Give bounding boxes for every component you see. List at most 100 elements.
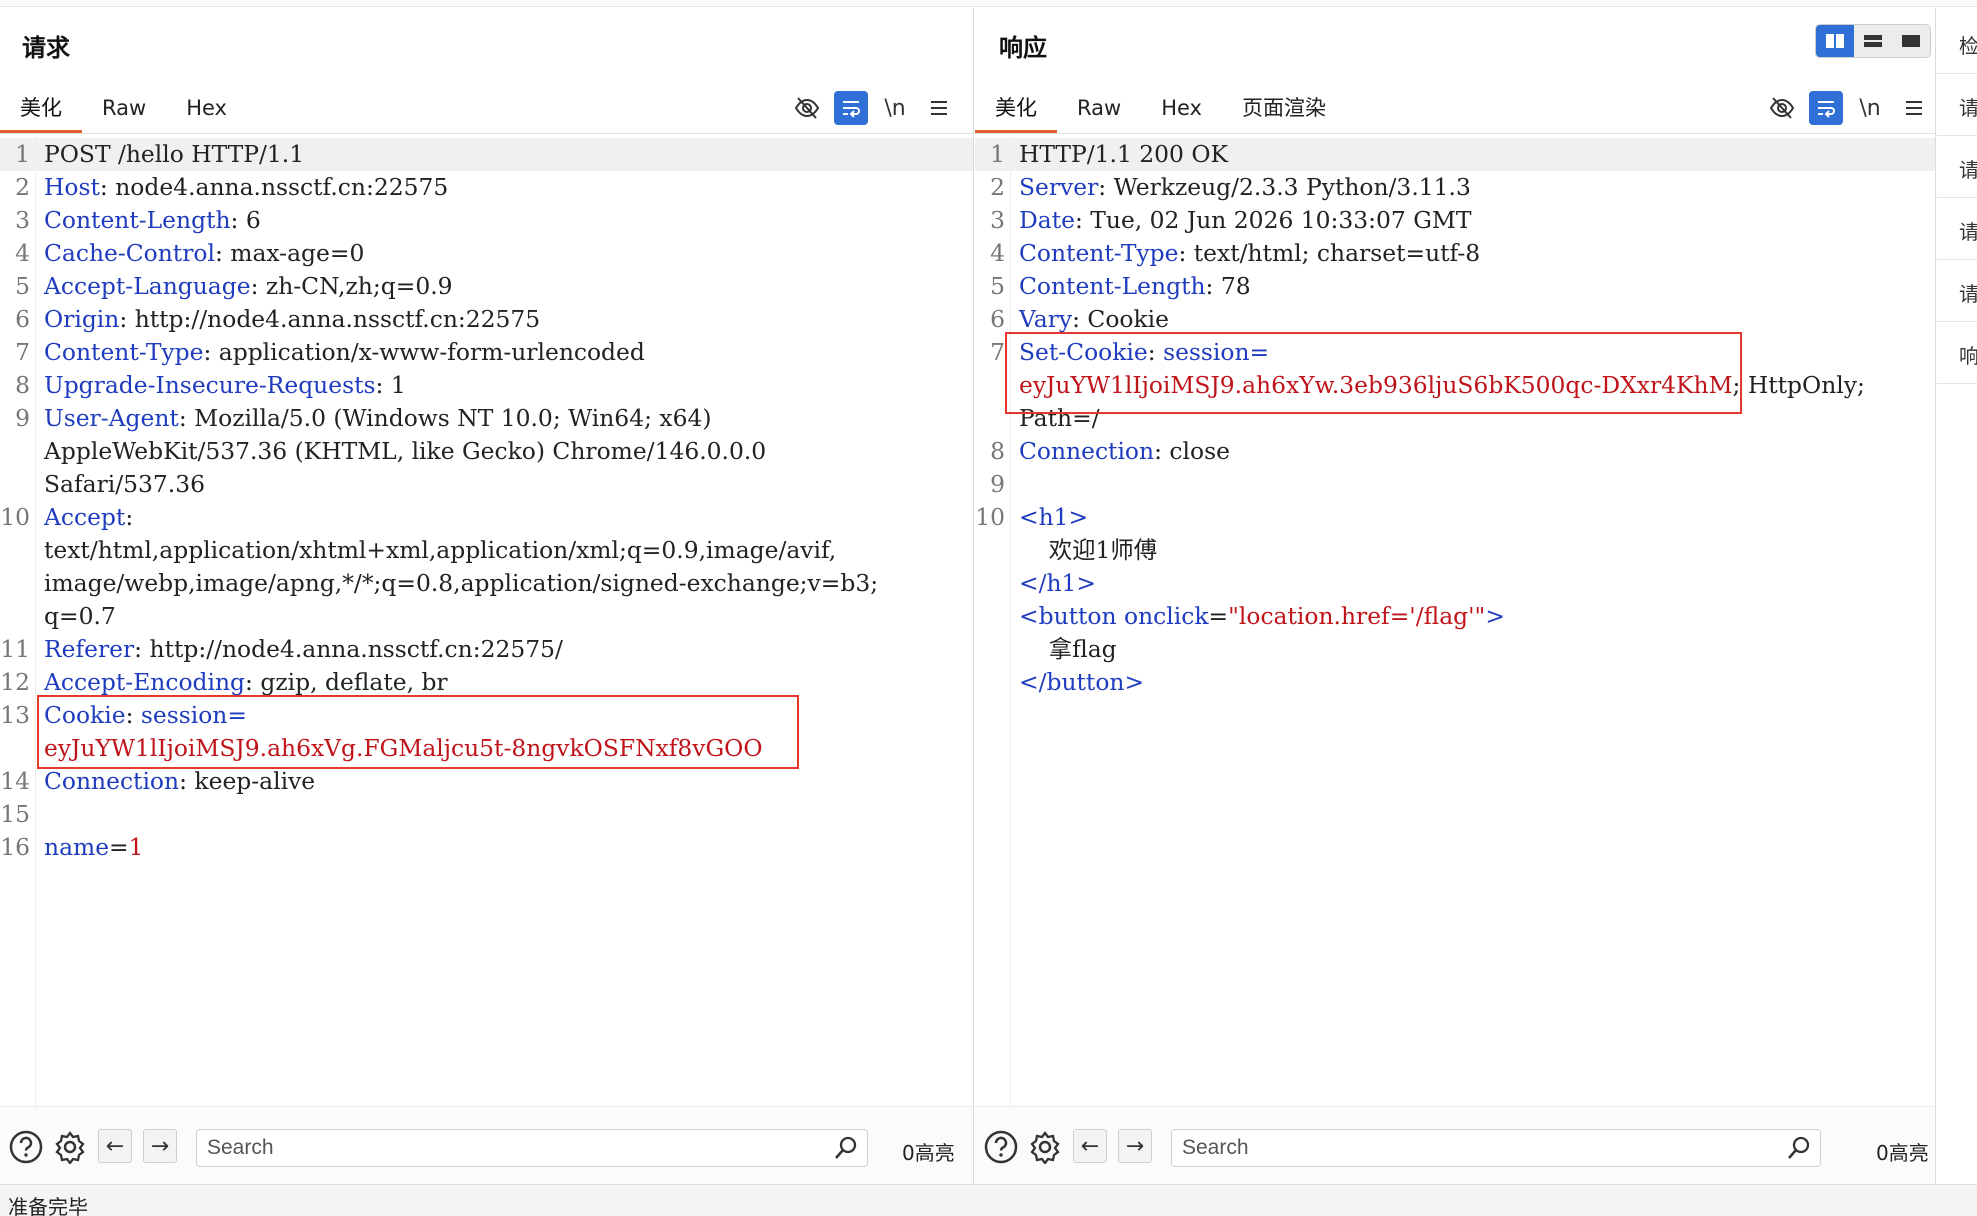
response-editor[interactable]: 1 HTTP/1.1 200 OK 2 Server: Werkzeug/2.3.3 … (975, 136, 1935, 1106)
request-tabs: 美化 Raw Hex (0, 84, 247, 134)
line-text: 欢迎1师傅 (1019, 534, 1157, 567)
header-name: Content-Type (1019, 239, 1179, 267)
gear-icon[interactable] (1027, 1129, 1063, 1165)
code-line: 4 Cache-Control: max-age=0 (0, 237, 973, 270)
help-icon[interactable] (983, 1129, 1019, 1165)
response-tab-pretty[interactable]: 美化 (975, 88, 1057, 134)
code-line: 10 <h1> (975, 501, 1935, 534)
wrap-icon[interactable] (1809, 91, 1843, 125)
line-text: 拿flag (1019, 633, 1117, 666)
header-name: Host (44, 173, 100, 201)
value-text: keep-alive (194, 767, 316, 795)
help-icon[interactable] (8, 1129, 44, 1165)
request-tab-pretty[interactable]: 美化 (0, 88, 82, 134)
header-name: Accept-Encoding (44, 668, 246, 696)
next-arrow-icon[interactable]: → (143, 1129, 177, 1163)
search-icon[interactable] (833, 1135, 859, 1161)
line-number: 10 (0, 503, 30, 531)
line-number: 13 (0, 701, 30, 729)
line-number: 6 (15, 305, 30, 333)
line-text: q=0.7 (44, 600, 116, 633)
header-name: Origin (44, 305, 120, 333)
menu-icon[interactable] (922, 91, 956, 125)
header-name: Content-Type (44, 338, 204, 366)
code-line: </button> (975, 666, 1935, 699)
code-line: 8 Upgrade-Insecure-Requests: 1 (0, 369, 973, 402)
value-text: Mozilla/5.0 (Windows NT 10.0; Win64; x64… (194, 404, 712, 432)
response-search-input[interactable] (1171, 1129, 1821, 1167)
code-line: 11 Referer: http://node4.anna.nssctf.cn:2… (0, 633, 973, 666)
wrap-icon[interactable] (834, 91, 868, 125)
response-tab-hex[interactable]: Hex (1141, 88, 1222, 134)
line-number: 1 (990, 140, 1005, 168)
html-attribute-value: "location.href='/flag'" (1228, 602, 1486, 630)
split-horizontal-icon[interactable] (1854, 25, 1892, 57)
header-separator: : (125, 503, 134, 531)
line-text: Connection: keep-alive (44, 765, 315, 798)
line-text: name=1 (44, 831, 144, 864)
header-separator: : (214, 239, 231, 267)
value-text: node4.anna.nssctf.cn:22575 (115, 173, 449, 201)
side-panel-item[interactable]: 请 (1937, 200, 1977, 260)
line-number: 7 (15, 338, 30, 366)
line-number: 10 (975, 503, 1005, 531)
header-separator: : (375, 371, 391, 399)
value-text: POST /hello HTTP/1.1 (44, 140, 305, 168)
menu-icon[interactable] (1897, 91, 1931, 125)
code-line: </h1> (975, 567, 1935, 600)
line-text: Date: Tue, 02 Jun 2026 10:33:07 GMT (1019, 204, 1472, 237)
next-arrow-icon[interactable]: → (1118, 1129, 1152, 1163)
line-text: Server: Werkzeug/2.3.3 Python/3.11.3 (1019, 171, 1471, 204)
previous-arrow-icon[interactable]: ← (1073, 1129, 1107, 1163)
header-name: Content-Length (1019, 272, 1206, 300)
top-border (0, 0, 1977, 7)
hide-icon[interactable] (790, 91, 824, 125)
side-panel-item[interactable]: 响 (1937, 324, 1977, 384)
value-text: 6 (245, 206, 261, 234)
line-text: image/webp,image/apng,*/*;q=0.8,applicat… (44, 567, 878, 600)
header-name: Connection (44, 767, 180, 795)
search-icon[interactable] (1786, 1135, 1812, 1161)
line-number: 3 (990, 206, 1005, 234)
set-cookie-highlight-box (1005, 332, 1742, 414)
value-text: 1 (390, 371, 406, 399)
code-line: 7 Content-Type: application/x-www-form-ur… (0, 336, 973, 369)
request-search-input[interactable] (196, 1129, 868, 1167)
line-text: Host: node4.anna.nssctf.cn:22575 (44, 171, 448, 204)
newline-toggle[interactable]: \n (1853, 91, 1887, 125)
side-panel-item[interactable]: 请 (1937, 76, 1977, 136)
value-text: text/html,application/xhtml+xml,applicat… (44, 536, 837, 564)
value-text: Tue, 02 Jun 2026 10:33:07 GMT (1090, 206, 1472, 234)
newline-toggle[interactable]: \n (878, 91, 912, 125)
line-number: 16 (0, 833, 30, 861)
value-text: 78 (1220, 272, 1251, 300)
code-line: 9 (975, 468, 1935, 501)
response-tab-render[interactable]: 页面渲染 (1222, 88, 1346, 134)
hide-icon[interactable] (1765, 91, 1799, 125)
cookie-flags: ; HttpOnly; (1732, 371, 1865, 399)
single-pane-icon[interactable] (1892, 25, 1930, 57)
side-panel-item[interactable]: 检 (1937, 14, 1977, 74)
html-tag: <h1> (1019, 503, 1089, 531)
response-tab-raw[interactable]: Raw (1057, 88, 1141, 134)
header-separator: : (1178, 239, 1194, 267)
html-tag: </h1> (1019, 569, 1097, 597)
previous-arrow-icon[interactable]: ← (98, 1129, 132, 1163)
html-tag: </button> (1019, 668, 1145, 696)
gear-icon[interactable] (52, 1129, 88, 1165)
line-text: User-Agent: Mozilla/5.0 (Windows NT 10.0… (44, 402, 711, 435)
split-vertical-icon[interactable] (1816, 25, 1854, 57)
line-text: Content-Length: 78 (1019, 270, 1251, 303)
tab-divider (975, 133, 1935, 134)
request-editor[interactable]: 1 POST /hello HTTP/1.1 2 Host: node4.anna.n… (0, 136, 973, 1106)
side-panel-item[interactable]: 请 (1937, 138, 1977, 198)
side-panel-item[interactable]: 请 (1937, 262, 1977, 322)
code-line: Safari/537.36 (0, 468, 973, 501)
code-line: 拿flag (975, 633, 1935, 666)
line-text: Content-Type: application/x-www-form-url… (44, 336, 645, 369)
request-tab-hex[interactable]: Hex (166, 88, 247, 134)
line-number: 2 (15, 173, 30, 201)
header-name: name (44, 833, 110, 861)
line-text: Accept-Language: zh-CN,zh;q=0.9 (44, 270, 453, 303)
request-tab-raw[interactable]: Raw (82, 88, 166, 134)
